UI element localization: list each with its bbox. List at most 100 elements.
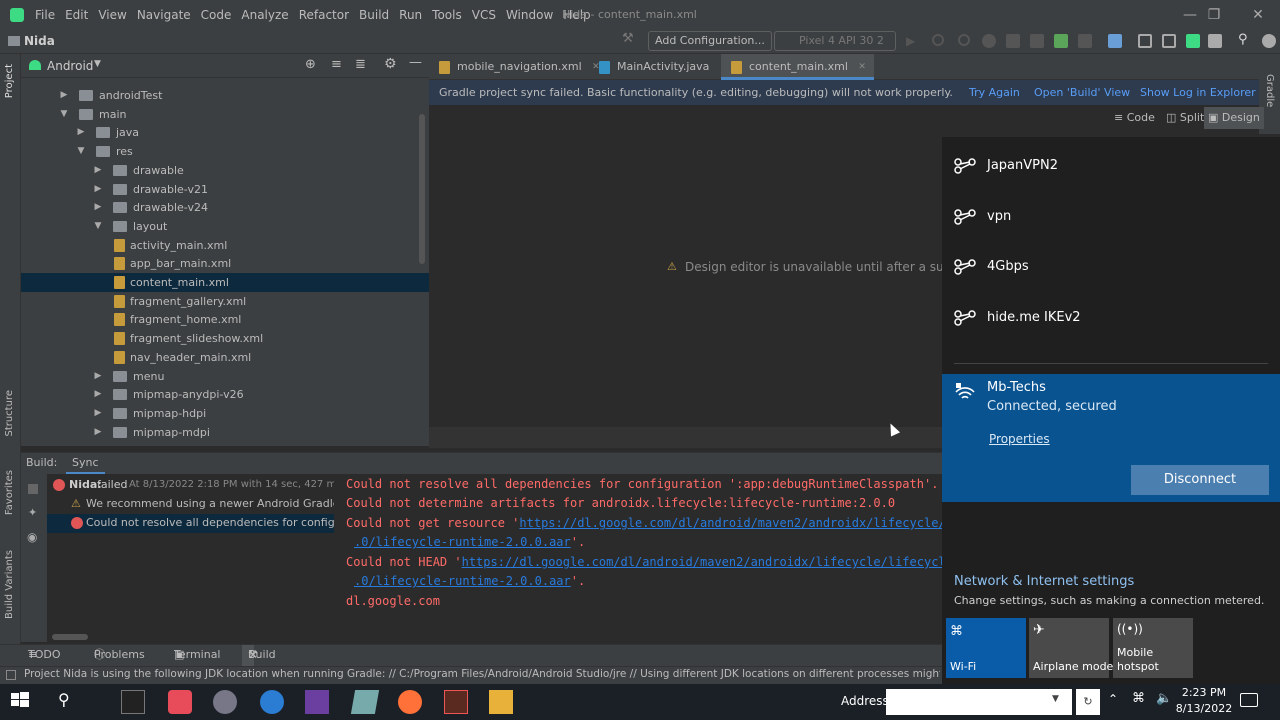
hide-panel-icon[interactable]: — [409, 55, 422, 70]
tree-item[interactable]: ▶ drawable-v24 [21, 198, 429, 217]
try-again-link[interactable]: Try Again [969, 80, 1020, 105]
sync-gradle-icon[interactable] [1054, 34, 1068, 48]
sync-tab[interactable]: Sync [66, 453, 105, 475]
project-structure-icon[interactable] [1108, 34, 1122, 48]
wifi-network-mb-techs[interactable]: Mb-Techs Connected, secured Properties D… [942, 374, 1280, 502]
chevron-right-icon[interactable]: ▶ [93, 161, 103, 180]
menu-tools[interactable]: Tools [427, 0, 467, 30]
view-selector[interactable]: Android [47, 59, 93, 73]
jetbrains-app-icon[interactable] [305, 690, 329, 714]
pin-icon[interactable]: ✦ [28, 506, 37, 519]
split-view-button[interactable]: ◫ Split [1166, 111, 1204, 124]
tree-item[interactable]: fragment_slideshow.xml [21, 329, 429, 348]
chevron-down-icon[interactable]: ▼ [94, 59, 101, 69]
chevron-down-icon[interactable]: ▼ [59, 105, 69, 124]
tree-item[interactable]: ▼ main [21, 105, 429, 124]
vpn-item[interactable]: vpn [942, 192, 1280, 242]
menu-refactor[interactable]: Refactor [294, 0, 354, 30]
chevron-right-icon[interactable]: ▶ [93, 385, 103, 404]
tree-item[interactable]: content_main.xml [21, 273, 429, 292]
tree-item[interactable]: ▶ mipmap-hdpi [21, 404, 429, 423]
tree-item[interactable]: ▶ java [21, 123, 429, 142]
device-selector[interactable]: Pixel 4 API 30 2 [774, 31, 896, 51]
terminal-app-icon[interactable] [121, 690, 145, 714]
close-window-button[interactable]: ✕ [1238, 0, 1278, 30]
airplane-mode-toggle[interactable]: ✈ Airplane mode [1029, 618, 1113, 678]
account-icon[interactable] [1262, 34, 1276, 48]
chevron-right-icon[interactable]: ▶ [59, 86, 69, 105]
expand-all-icon[interactable]: ≣ [355, 57, 366, 72]
file-explorer-icon[interactable] [489, 690, 513, 714]
chevron-right-icon[interactable]: ▶ [76, 123, 86, 142]
chevron-right-icon[interactable]: ▶ [93, 423, 103, 442]
notes-app-icon[interactable] [350, 690, 380, 714]
tree-item[interactable]: ▶ mipmap-mdpi [21, 423, 429, 442]
menu-file[interactable]: File [30, 0, 60, 30]
gradle-tool-tab[interactable]: Gradle [1264, 74, 1275, 107]
menu-run[interactable]: Run [394, 0, 427, 30]
tree-item[interactable]: ▼ res [21, 142, 429, 161]
restore-button[interactable]: ❐ [1194, 0, 1234, 30]
search-icon[interactable]: ⚲ [58, 690, 82, 714]
tab-mobile-navigation-xml[interactable]: mobile_navigation.xml ✕ [429, 54, 608, 80]
show-log-link[interactable]: Show Log in Explorer [1140, 80, 1256, 105]
resource-link[interactable]: .0/lifecycle-runtime-2.0.0.aar [354, 535, 571, 549]
chevron-right-icon[interactable]: ▶ [93, 404, 103, 423]
open-build-view-link[interactable]: Open 'Build' View [1034, 80, 1130, 105]
attach-debugger-icon[interactable] [1030, 34, 1044, 48]
horizontal-scrollbar[interactable] [52, 634, 88, 640]
properties-link[interactable]: Properties [989, 432, 1050, 446]
stop-icon[interactable] [1078, 34, 1092, 48]
run-icon[interactable]: ▶ [906, 34, 920, 48]
media-app-icon[interactable] [213, 690, 237, 714]
locate-icon[interactable]: ⊕ [305, 57, 316, 72]
build-tree-row[interactable]: Nida: failed At 8/13/2022 2:18 PM with 1… [47, 476, 334, 495]
refresh-icon[interactable]: ↻ [1076, 689, 1100, 715]
volume-icon[interactable]: 🔈 [1156, 691, 1172, 706]
profile-icon[interactable] [1006, 34, 1020, 48]
address-input[interactable] [886, 689, 1072, 715]
gear-icon[interactable]: ⚙ [384, 56, 397, 72]
design-view-button[interactable]: ▣ Design [1204, 107, 1264, 129]
tree-item[interactable]: ▶ drawable-v21 [21, 180, 429, 199]
build-tab[interactable]: ⚒ Build [242, 645, 276, 666]
hammer-icon[interactable]: ⚒ [622, 31, 636, 46]
stop-icon[interactable] [28, 484, 38, 494]
chevron-right-icon[interactable]: ▶ [93, 180, 103, 199]
menu-analyze[interactable]: Analyze [236, 0, 293, 30]
photo-app-icon[interactable] [168, 690, 192, 714]
vpn-item[interactable]: JapanVPN2 [942, 141, 1280, 191]
chevron-right-icon[interactable]: ▶ [93, 198, 103, 217]
menu-code[interactable]: Code [196, 0, 237, 30]
project-breadcrumb[interactable]: Nida [8, 34, 55, 48]
disconnect-button[interactable]: Disconnect [1131, 465, 1269, 495]
tree-item[interactable]: activity_main.xml [21, 236, 429, 255]
tab-mainactivity-java[interactable]: MainActivity.java✕ [589, 54, 735, 80]
chevron-down-icon[interactable]: ▼ [1052, 694, 1059, 704]
apply-changes-icon[interactable] [932, 34, 944, 46]
chevron-down-icon[interactable]: ▼ [76, 142, 86, 161]
tree-item[interactable]: ▶ drawable [21, 161, 429, 180]
tree-item[interactable]: fragment_gallery.xml [21, 292, 429, 311]
menu-navigate[interactable]: Navigate [132, 0, 196, 30]
project-tool-tab[interactable]: Project [4, 64, 15, 98]
build-tree-row[interactable]: ⚠ We recommend using a newer Android Gra… [47, 495, 334, 514]
structure-tool-tab[interactable]: Structure [4, 390, 15, 437]
close-tab-icon[interactable]: ✕ [858, 54, 866, 80]
build-variants-tool-tab[interactable]: Build Variants [4, 550, 15, 619]
action-center-icon[interactable] [1240, 693, 1258, 707]
status-square-icon[interactable] [6, 670, 16, 680]
debug-icon[interactable] [982, 34, 996, 48]
chevron-down-icon[interactable]: ▼ [93, 217, 103, 236]
tree-item[interactable]: ▶ androidTest [21, 86, 429, 105]
vpn-item[interactable]: 4Gbps [942, 242, 1280, 292]
tree-item[interactable]: ▶ mipmap-anydpi-v26 [21, 385, 429, 404]
sdk-manager-icon[interactable] [1162, 34, 1176, 48]
tree-item[interactable]: nav_header_main.xml [21, 348, 429, 367]
vpn-item[interactable]: hide.me IKEv2 [942, 293, 1280, 343]
build-tree-row[interactable]: Could not resolve all dependencies for c… [47, 514, 334, 533]
clock-date[interactable]: 8/13/2022 [1172, 702, 1236, 715]
word-app-icon[interactable] [260, 690, 284, 714]
collapse-all-icon[interactable]: ≡ [331, 57, 342, 72]
settings-icon[interactable] [1208, 34, 1222, 48]
